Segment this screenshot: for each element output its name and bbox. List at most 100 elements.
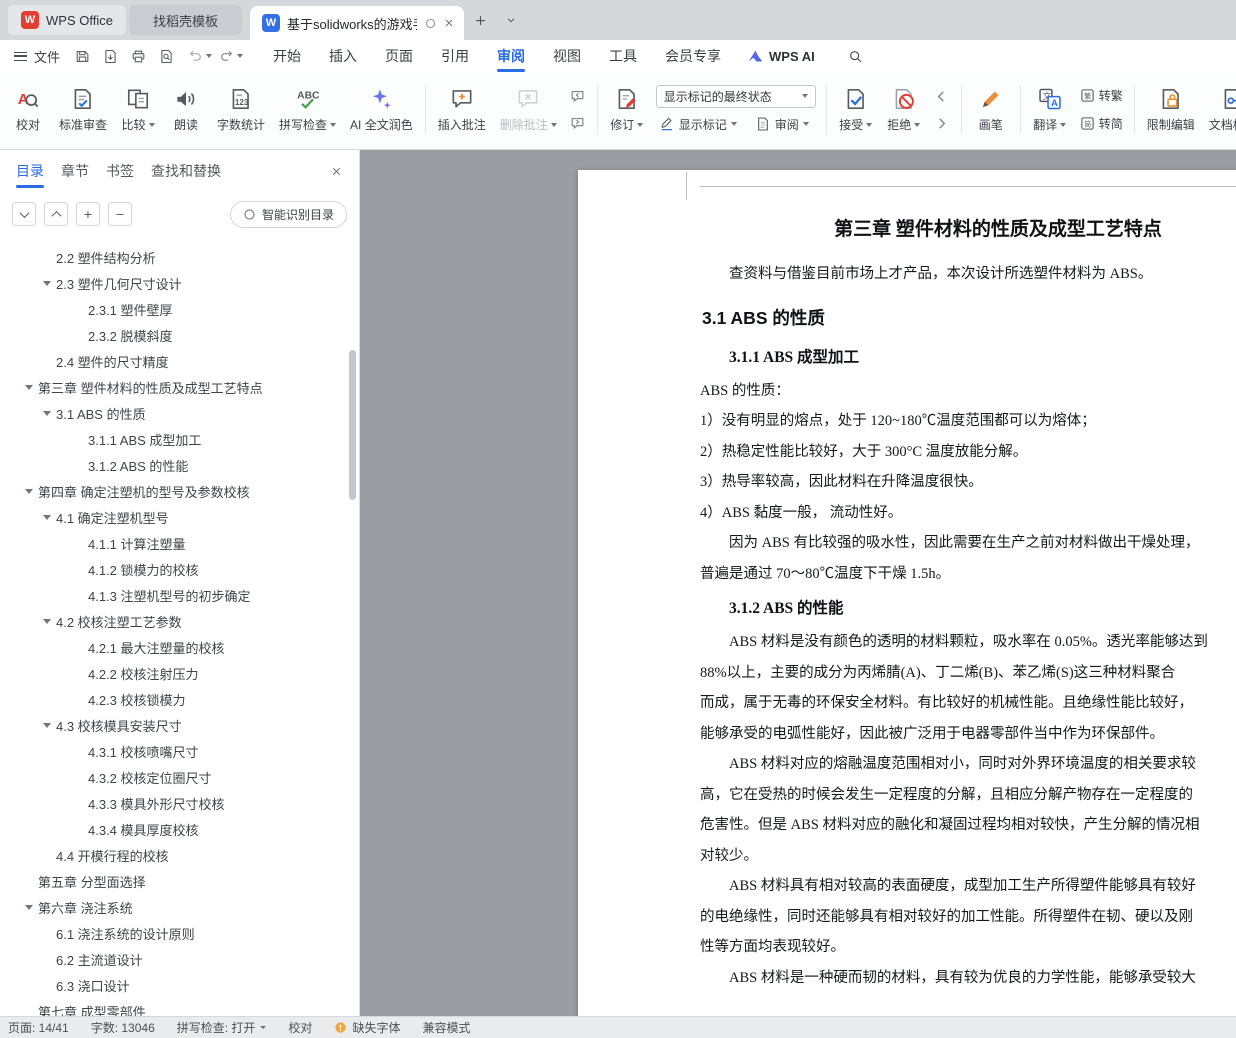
ribbon-to-simplified-button[interactable]: 简转简 xyxy=(1077,113,1126,134)
menu-tab-start[interactable]: 开始 xyxy=(259,40,315,72)
toc-item[interactable]: 第四章 确定注塑机的型号及参数校核 xyxy=(0,478,359,504)
collapse-triangle-icon[interactable] xyxy=(40,281,54,286)
toc-item[interactable]: 2.4 塑件的尺寸精度 xyxy=(0,348,359,374)
toc-item[interactable]: 4.3.1 校核喷嘴尺寸 xyxy=(0,738,359,764)
pane-tab-bookmarks[interactable]: 书签 xyxy=(106,150,134,192)
collapse-triangle-icon[interactable] xyxy=(40,723,54,728)
toc-item[interactable]: 4.3.2 校核定位圈尺寸 xyxy=(0,764,359,790)
print-preview-button[interactable] xyxy=(154,44,179,68)
toc-item[interactable]: 4.2.1 最大注塑量的校核 xyxy=(0,634,359,660)
toc-item[interactable]: 4.2.3 校核锁模力 xyxy=(0,686,359,712)
ribbon-spell-check-button[interactable]: ABC 拼写检查 xyxy=(273,83,342,136)
toc-item[interactable]: 第七章 成型零部件 xyxy=(0,998,359,1017)
collapse-triangle-icon[interactable] xyxy=(40,411,54,416)
toc-item[interactable]: 2.3 塑件几何尺寸设计 xyxy=(0,270,359,296)
docer-template-tab[interactable]: 找稻壳模板 xyxy=(128,5,242,35)
ribbon-ink-brush-button[interactable]: 画笔 xyxy=(968,83,1014,136)
toc-item[interactable]: 4.1.1 计算注塑量 xyxy=(0,530,359,556)
page-indicator[interactable]: 页面: 14/41 xyxy=(8,1019,80,1036)
close-pane-button[interactable] xyxy=(330,165,343,178)
menu-tab-insert[interactable]: 插入 xyxy=(315,40,371,72)
ribbon-proofread-button[interactable]: A 校对 xyxy=(5,83,51,136)
ribbon-read-aloud-button[interactable]: 朗读 xyxy=(163,83,209,136)
toc-item[interactable]: 2.3.1 塑件壁厚 xyxy=(0,296,359,322)
file-menu-button[interactable]: 文件 xyxy=(10,47,70,66)
document-canvas[interactable]: 第三章 塑件材料的性质及成型工艺特点 查资料与借鉴目前市场上才产品，本次设计所选塑… xyxy=(360,150,1236,1016)
menu-tab-review[interactable]: 审阅 xyxy=(483,40,539,72)
smart-identify-toc-button[interactable]: 智能识别目录 xyxy=(229,200,347,228)
collapse-triangle-icon[interactable] xyxy=(22,385,36,390)
toc-item[interactable]: 4.2.2 校核注射压力 xyxy=(0,660,359,686)
wps-ai-button[interactable]: WPS AI xyxy=(747,48,815,65)
new-tab-button[interactable] xyxy=(468,7,494,33)
compat-mode-indicator[interactable]: 兼容模式 xyxy=(411,1019,481,1036)
show-more-levels-button[interactable]: + xyxy=(76,202,100,226)
collapse-triangle-icon[interactable] xyxy=(40,515,54,520)
search-button[interactable] xyxy=(843,43,869,69)
ribbon-review-button[interactable]: 审阅 xyxy=(752,114,812,135)
ribbon-accept-button[interactable]: 接受 xyxy=(833,83,879,136)
ribbon-standard-review-button[interactable]: 标准审查 xyxy=(53,83,113,136)
collapse-triangle-icon[interactable] xyxy=(40,619,54,624)
ribbon-previous-comment-button[interactable] xyxy=(567,86,589,106)
sidebar-scrollbar[interactable] xyxy=(349,350,356,500)
menu-tab-references[interactable]: 引用 xyxy=(427,40,483,72)
tab-list-button[interactable] xyxy=(498,7,524,33)
toc-item[interactable]: 6.3 浇口设计 xyxy=(0,972,359,998)
ribbon-insert-comment-button[interactable]: 插入批注 xyxy=(432,83,492,136)
proofread-indicator[interactable]: 校对 xyxy=(277,1019,323,1036)
toc-item[interactable]: 4.1.3 注塑机型号的初步确定 xyxy=(0,582,359,608)
pane-tab-toc[interactable]: 目录 xyxy=(16,150,44,192)
toc-item[interactable]: 6.2 主流道设计 xyxy=(0,946,359,972)
spellcheck-indicator[interactable]: 拼写检查: 打开 xyxy=(166,1019,278,1036)
document-page[interactable]: 第三章 塑件材料的性质及成型工艺特点 查资料与借鉴目前市场上才产品，本次设计所选塑… xyxy=(578,170,1236,1016)
markup-state-select[interactable]: 显示标记的最终状态 xyxy=(655,84,816,108)
toc-item[interactable]: 4.1.2 锁模力的校核 xyxy=(0,556,359,582)
toc-item[interactable]: 2.2 塑件结构分析 xyxy=(0,244,359,270)
collapse-all-button[interactable] xyxy=(44,202,68,226)
toc-item[interactable]: 第五章 分型面选择 xyxy=(0,868,359,894)
toc-item[interactable]: 2.3.2 脱模斜度 xyxy=(0,322,359,348)
export-pdf-button[interactable] xyxy=(98,44,123,68)
save-button[interactable] xyxy=(70,44,95,68)
ribbon-to-traditional-button[interactable]: 繁转繁 xyxy=(1077,85,1126,106)
collapse-triangle-icon[interactable] xyxy=(22,905,36,910)
menu-tab-view[interactable]: 视图 xyxy=(539,40,595,72)
word-count-indicator[interactable]: 字数: 13046 xyxy=(80,1019,166,1036)
ribbon-restrict-editing-button[interactable]: 限制编辑 xyxy=(1141,83,1201,136)
ribbon-doc-permission-button[interactable]: 文档权限 xyxy=(1203,83,1236,136)
toc-item[interactable]: 第六章 浇注系统 xyxy=(0,894,359,920)
redo-button[interactable] xyxy=(218,48,244,65)
pane-tab-find-replace[interactable]: 查找和替换 xyxy=(151,150,221,192)
ribbon-ai-polish-button[interactable]: AI 全文润色 xyxy=(344,83,419,136)
toc-item[interactable]: 4.2 校核注塑工艺参数 xyxy=(0,608,359,634)
toc-item[interactable]: 4.3.4 模具厚度校核 xyxy=(0,816,359,842)
toc-item[interactable]: 3.1.2 ABS 的性能 xyxy=(0,452,359,478)
ribbon-translate-button[interactable]: 文 A 翻译 xyxy=(1027,83,1073,136)
toc-item[interactable]: 第三章 塑件材料的性质及成型工艺特点 xyxy=(0,374,359,400)
pane-tab-chapters[interactable]: 章节 xyxy=(61,150,89,192)
undo-button[interactable] xyxy=(187,48,213,65)
ribbon-next-revision-button[interactable] xyxy=(931,113,953,133)
close-tab-icon[interactable] xyxy=(443,17,455,29)
ribbon-compare-button[interactable]: 比较 xyxy=(115,83,161,136)
ribbon-reject-button[interactable]: 拒绝 xyxy=(881,83,927,136)
toc-item[interactable]: 4.4 开模行程的校核 xyxy=(0,842,359,868)
menu-tab-page-layout[interactable]: 页面 xyxy=(371,40,427,72)
ribbon-word-count-button[interactable]: 123 字数统计 xyxy=(211,83,271,136)
ribbon-previous-revision-button[interactable] xyxy=(931,86,953,106)
menu-tab-tools[interactable]: 工具 xyxy=(595,40,651,72)
collapse-triangle-icon[interactable] xyxy=(22,489,36,494)
ribbon-show-markup-button[interactable]: 显示标记 xyxy=(656,114,740,135)
document-tab[interactable]: W 基于solidworks的游戏手柄方 xyxy=(249,6,464,40)
toc-item[interactable]: 4.1 确定注塑机型号 xyxy=(0,504,359,530)
toc-item[interactable]: 6.1 浇注系统的设计原则 xyxy=(0,920,359,946)
wps-home-tab[interactable]: W WPS Office xyxy=(8,5,126,35)
toc-item[interactable]: 3.1 ABS 的性质 xyxy=(0,400,359,426)
toc-item[interactable]: 4.3.3 模具外形尺寸校核 xyxy=(0,790,359,816)
toc-item[interactable]: 4.3 校核模具安装尺寸 xyxy=(0,712,359,738)
ribbon-track-changes-button[interactable]: 修订 xyxy=(604,83,650,136)
ribbon-next-comment-button[interactable] xyxy=(567,113,589,133)
expand-all-button[interactable] xyxy=(12,202,36,226)
toc-item[interactable]: 3.1.1 ABS 成型加工 xyxy=(0,426,359,452)
